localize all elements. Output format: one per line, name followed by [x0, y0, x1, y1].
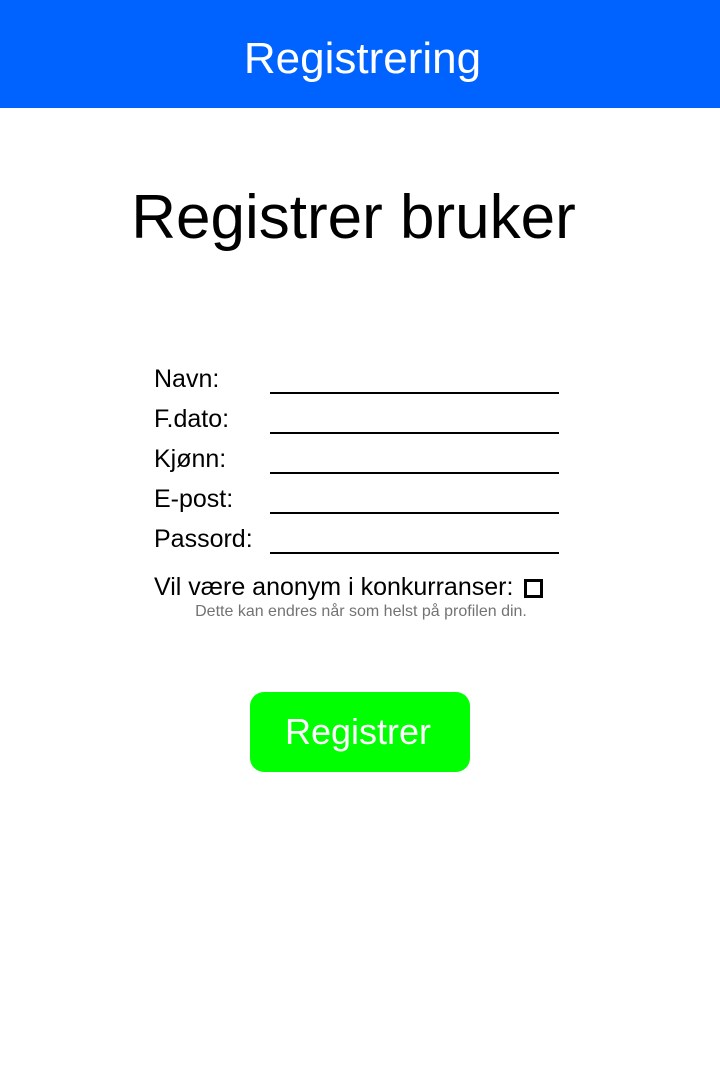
app-header: Registrering — [0, 0, 720, 108]
anonymous-hint: Dette kan endres når som helst på profil… — [195, 603, 527, 620]
email-input[interactable] — [270, 484, 559, 514]
form-row-gender: Kjønn: — [154, 444, 560, 484]
email-label: E-post: — [154, 485, 234, 513]
register-button[interactable]: Registrer — [250, 692, 470, 772]
gender-label: Kjønn: — [154, 445, 227, 473]
page-title: Registrer bruker — [131, 183, 576, 252]
anonymous-label: Vil være anonym i konkurranser: — [154, 573, 514, 601]
register-button-label: Registrer — [284, 711, 432, 752]
anonymous-checkbox[interactable] — [524, 579, 544, 598]
password-label: Passord: — [154, 525, 253, 553]
form-row-email: E-post: — [154, 484, 560, 524]
anonymous-row: Vil være anonym i konkurranser: — [154, 571, 544, 603]
birthdate-label: F.dato: — [154, 405, 230, 433]
name-label: Navn: — [154, 365, 220, 393]
form-row-name: Navn: — [154, 364, 560, 404]
form-row-birthdate: F.dato: — [154, 404, 560, 444]
name-input[interactable] — [270, 364, 559, 394]
form-row-password: Passord: — [154, 524, 560, 564]
header-title: Registrering — [243, 34, 482, 83]
birthdate-input[interactable] — [270, 404, 559, 434]
password-input[interactable] — [270, 524, 559, 554]
gender-input[interactable] — [270, 444, 559, 474]
